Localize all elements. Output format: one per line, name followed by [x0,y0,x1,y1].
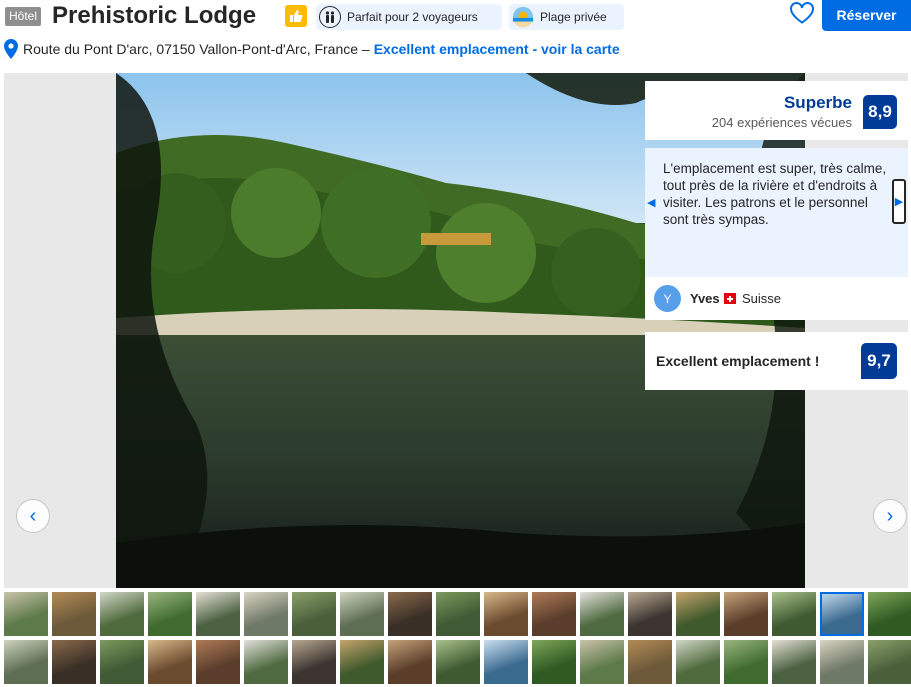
location-score: 9,7 [861,343,897,379]
gallery-thumbnail[interactable] [388,640,432,684]
gallery-thumbnail[interactable] [100,592,144,636]
reserve-button[interactable]: Réserver [822,0,911,31]
gallery-next-button[interactable]: › [873,499,907,533]
gallery-thumbnail[interactable] [244,640,288,684]
address-text: Route du Pont D'arc, 07150 Vallon-Pont-d… [23,41,370,57]
rating-card[interactable]: Superbe 204 expériences vécues 8,9 [645,81,908,140]
gallery-thumbnail[interactable] [724,592,768,636]
gallery-thumbnail[interactable] [244,592,288,636]
gallery-thumbnail[interactable] [196,640,240,684]
rating-word: Superbe [783,93,852,112]
gallery-thumbnail[interactable] [484,640,528,684]
heart-icon[interactable] [789,1,815,25]
gallery-thumbnail[interactable] [628,640,672,684]
gallery-thumbnail[interactable] [52,640,96,684]
gallery-thumbnail[interactable] [436,592,480,636]
gallery-thumbnail[interactable] [52,592,96,636]
gallery-thumbnail[interactable] [580,640,624,684]
rating-score: 8,9 [863,95,897,129]
feature-couple: Parfait pour 2 voyageurs [316,4,502,30]
gallery-thumbnail[interactable] [772,592,816,636]
reviewer-name: Yves [690,291,720,306]
map-link[interactable]: Excellent emplacement - voir la carte [374,41,620,57]
gallery-thumbnail[interactable] [676,640,720,684]
swiss-flag-icon [724,293,736,304]
gallery-thumbnail[interactable] [100,640,144,684]
review-text: L'emplacement est super, très calme, tou… [663,161,887,227]
thumbnail-strip [4,592,911,687]
location-label: Excellent emplacement ! [656,353,820,369]
avatar: Y [654,285,681,312]
gallery-thumbnail[interactable] [676,592,720,636]
header: Hôtel Prehistoric Lodge Parfait pour 2 v… [0,0,911,36]
reviewer-country: Suisse [742,291,782,306]
gallery-thumbnail[interactable] [436,640,480,684]
gallery-thumbnail[interactable] [724,640,768,684]
gallery-thumbnail[interactable] [292,640,336,684]
gallery-thumbnail[interactable] [148,592,192,636]
gallery-thumbnail[interactable] [868,640,911,684]
gallery-thumbnail[interactable] [388,592,432,636]
gallery-prev-button[interactable]: ‹ [16,499,50,533]
gallery-thumbnail[interactable] [628,592,672,636]
gallery-thumbnail[interactable] [292,592,336,636]
review-next-button[interactable]: ▶ [892,179,906,224]
thumbs-up-icon [285,5,307,27]
reviewer-row: Y Yves Suisse [645,277,908,320]
gallery-thumbnail[interactable] [340,592,384,636]
hotel-title: Prehistoric Lodge [52,2,257,29]
gallery-thumbnail[interactable] [772,640,816,684]
location-rating-card[interactable]: Excellent emplacement ! 9,7 [645,332,908,390]
review-count: 204 expériences vécues [711,115,852,130]
address-row: Route du Pont D'arc, 07150 Vallon-Pont-d… [4,38,620,60]
review-prev-icon[interactable]: ◀ [647,196,655,209]
gallery-thumbnail[interactable] [196,592,240,636]
property-type-badge: Hôtel [5,7,42,26]
gallery-thumbnail[interactable] [580,592,624,636]
gallery-thumbnail[interactable] [484,592,528,636]
gallery-thumbnail[interactable] [532,592,576,636]
feature-couple-label: Parfait pour 2 voyageurs [347,10,478,24]
map-pin-icon [4,39,18,59]
couple-icon [319,6,341,28]
gallery-thumbnail[interactable] [148,640,192,684]
gallery-thumbnail[interactable] [820,640,864,684]
feature-beach-label: Plage privée [540,10,607,24]
gallery-thumbnail[interactable] [340,640,384,684]
beach-icon [512,6,534,28]
gallery-thumbnail[interactable] [820,592,864,636]
gallery-thumbnail[interactable] [4,640,48,684]
gallery-thumbnail[interactable] [4,592,48,636]
gallery-thumbnail[interactable] [532,640,576,684]
feature-beach: Plage privée [509,4,624,30]
gallery-thumbnail[interactable] [868,592,911,636]
